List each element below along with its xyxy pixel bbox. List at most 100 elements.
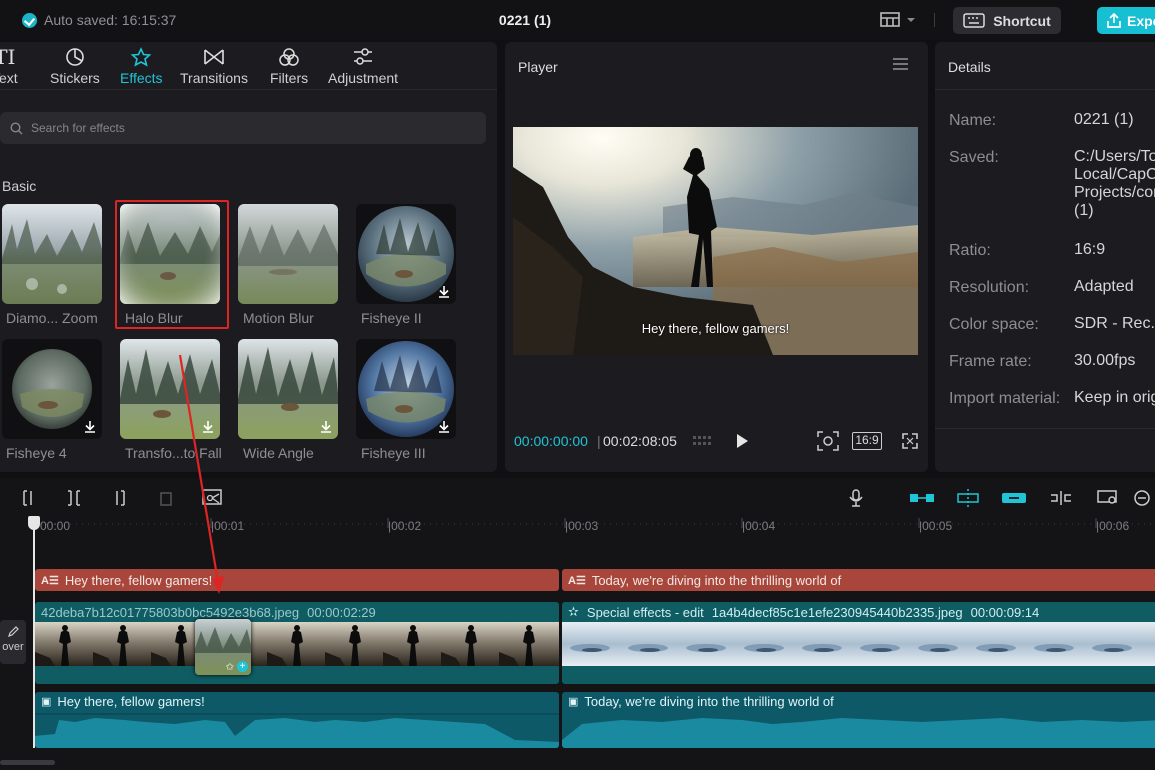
chevron-down-icon [907,18,915,22]
shortcut-button[interactable]: Shortcut [953,7,1061,34]
tab-effects[interactable]: Effects [120,46,163,86]
effect-label: Fisheye III [361,445,426,461]
linkage-icon[interactable] [1000,488,1028,508]
menu-icon[interactable] [893,58,908,70]
split-right-icon[interactable] [109,488,131,508]
detail-key: Ratio: [949,242,991,259]
video-clip[interactable]: ✫ Special effects - edit 1a4b4decf85c1e1… [562,602,1155,684]
audio-clip-header: ▣ Hey there, fellow gamers! [41,694,205,709]
tab-transitions[interactable]: Transitions [180,46,248,86]
audio-clip[interactable]: ▣ Today, we're diving into the thrilling… [562,692,1155,748]
download-icon[interactable] [438,285,450,298]
microphone-icon[interactable] [845,488,867,508]
star-icon: ✩ [225,662,234,673]
ruler-label: |00:02 [388,519,422,533]
search-placeholder: Search for effects [31,121,125,135]
audio-clip[interactable]: ▣ Hey there, fellow gamers! [35,692,559,748]
download-icon[interactable] [202,420,214,433]
split-icon[interactable] [63,488,85,508]
auto-snap-icon[interactable] [954,488,982,508]
detail-value: C:/Users/Tou Local/CapCu Projects/com (1… [1074,148,1155,219]
detail-key: Name: [949,112,997,129]
effect-thumb-motion-blur[interactable] [238,204,338,304]
playhead-handle[interactable] [28,516,40,530]
tab-label: Stickers [50,70,100,86]
video-clip[interactable]: 42deba7b12c01775803b0bc5492e3b68.jpeg 00… [35,602,559,684]
tab-stickers[interactable]: Stickers [50,46,100,86]
effect-thumb-diamond-zoom[interactable] [2,204,102,304]
audio-clip-label: Hey there, fellow gamers! [57,694,205,709]
horizontal-scrollbar[interactable] [0,760,55,765]
keyboard-icon [963,13,985,28]
play-icon[interactable] [735,433,749,449]
export-button[interactable]: Expo [1097,7,1155,34]
effect-thumb-wide-angle[interactable] [238,339,338,439]
crop-icon[interactable] [817,431,839,451]
main-track-magnet-icon[interactable] [908,488,936,508]
ruler-label: |00:05 [919,519,953,533]
playhead[interactable] [33,522,35,748]
sticker-icon [65,46,85,68]
effect-thumb-fisheye-ii[interactable] [356,204,456,304]
text-clip-icon: A☰ [568,574,586,587]
tab-text[interactable]: TI Text [0,45,18,86]
fullscreen-icon[interactable] [902,433,918,449]
tab-adjustment[interactable]: Adjustment [328,46,398,86]
tab-label: Text [0,70,18,86]
preview-axis-icon[interactable] [1048,488,1074,508]
detail-key: Resolution: [949,279,1030,296]
delete-icon[interactable] [155,488,177,508]
current-time: 00:00:00:00 [514,433,588,449]
ruler-label: |00:01 [211,519,245,533]
dragged-effect-thumb[interactable]: + ✩ [195,619,251,675]
effect-preview [238,204,338,304]
download-icon[interactable] [320,420,332,433]
player-title: Player [518,59,558,75]
tab-label: Transitions [180,70,248,86]
ratio-button[interactable]: 16:9 [852,432,882,450]
download-icon[interactable] [84,420,96,433]
player-panel: Player Hey there, fellow gamers! 00:00:0… [505,42,928,472]
video-preview[interactable]: Hey there, fellow gamers! [513,127,918,355]
effect-label: Wide Angle [243,445,314,461]
add-icon[interactable]: + [237,661,248,672]
tab-filters[interactable]: Filters [270,46,308,86]
details-panel: Details Name: 0221 (1) Saved: C:/Users/T… [935,42,1155,472]
audio-clip-header: ▣ Today, we're diving into the thrilling… [568,694,834,709]
search-input[interactable]: Search for effects [0,112,486,144]
timeline-panel: 00:00 |00:01 |00:02 |00:03 |00:04 |00:05… [0,478,1155,770]
video-clip-name: 42deba7b12c01775803b0bc5492e3b68.jpeg [41,604,300,620]
audio-waveform [35,713,559,748]
effect-label: Fisheye II [361,310,422,326]
detail-value: 0221 (1) [1074,111,1134,128]
zoom-out-icon[interactable] [1131,488,1153,508]
effect-preview [2,204,102,304]
text-clip-icon: A☰ [41,574,59,587]
download-icon[interactable] [438,420,450,433]
waveform-icon[interactable] [692,432,718,450]
detail-value: 16:9 [1074,241,1106,258]
zoom-to-fit-icon[interactable] [1096,488,1120,508]
screenshot-icon[interactable] [201,488,223,508]
time-ruler[interactable]: 00:00 |00:01 |00:02 |00:03 |00:04 |00:05… [0,514,1155,540]
tab-label: Filters [270,70,309,86]
filters-icon [278,46,300,68]
effect-star-icon: ✫ [568,604,579,619]
details-title: Details [948,59,991,75]
text-clip[interactable]: A☰ Hey there, fellow gamers! [35,569,559,591]
search-icon [10,121,23,134]
detail-value: Keep in orig [1074,389,1155,406]
effect-thumb-transform-fall[interactable] [120,339,220,439]
tab-label: Adjustment [328,70,399,86]
effect-thumb-fisheye-4[interactable] [2,339,102,439]
effect-label: Motion Blur [243,310,314,326]
divider [935,89,1155,90]
cover-button[interactable]: over [0,620,26,664]
layout-button[interactable] [880,12,916,28]
effect-thumb-fisheye-iii[interactable] [356,339,456,439]
text-clip[interactable]: A☰ Today, we're diving into the thrillin… [562,569,1155,591]
detail-key: Color space: [949,316,1039,333]
material-tabs: TI Text Stickers Effects Transitions Fil… [0,42,497,90]
video-clip-duration: 00:00:09:14 [970,604,1040,620]
split-left-icon[interactable] [17,488,39,508]
